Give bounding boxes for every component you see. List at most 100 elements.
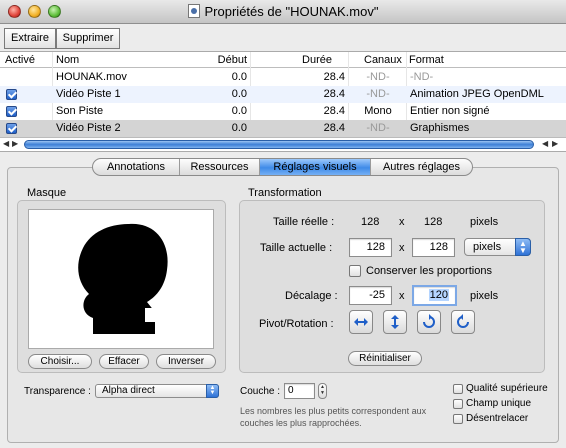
- extract-button[interactable]: Extraire: [4, 28, 56, 49]
- scroll-right-arrow-icon[interactable]: ▶: [552, 139, 558, 148]
- layer-field[interactable]: 0: [284, 383, 315, 399]
- choose-mask-button[interactable]: Choisir...: [28, 354, 92, 369]
- scrollbar-thumb[interactable]: [24, 140, 534, 149]
- rotate-counterclockwise-button[interactable]: [451, 310, 475, 334]
- high-quality-label: Qualité supérieure: [466, 383, 548, 394]
- delete-button[interactable]: Supprimer: [56, 28, 120, 49]
- horizontal-scrollbar[interactable]: ◀ ▶ ◀ ▶: [0, 137, 566, 152]
- track-channels: Mono: [364, 105, 392, 117]
- invert-mask-button[interactable]: Inverser: [156, 354, 216, 369]
- offset-unit: pixels: [470, 290, 499, 302]
- tab-resources[interactable]: Ressources: [180, 159, 260, 175]
- offset-x-field[interactable]: -25: [349, 286, 392, 305]
- track-format: Animation JPEG OpenDML: [410, 88, 544, 100]
- size-unit-value: pixels: [473, 241, 502, 253]
- title-bar: Propriétés de "HOUNAK.mov": [0, 0, 566, 24]
- high-quality-checkbox[interactable]: [453, 384, 463, 394]
- track-enabled-checkbox[interactable]: [6, 106, 17, 117]
- rotate-clockwise-button[interactable]: [417, 310, 441, 334]
- column-header-channels[interactable]: Canaux: [364, 54, 402, 66]
- offset-y-value: 120: [428, 289, 449, 301]
- current-height-value: 128: [429, 241, 448, 253]
- table-row[interactable]: Vidéo Piste 1 0.0 28.4 -ND- Animation JP…: [0, 86, 566, 103]
- table-row[interactable]: Vidéo Piste 2 0.0 28.4 -ND- Graphismes: [0, 120, 566, 137]
- table-header: Activé Nom Début Durée Canaux Format: [0, 52, 566, 68]
- pivot-rotation-label: Pivot/Rotation :: [259, 318, 334, 330]
- track-channels: -ND-: [366, 122, 390, 134]
- column-header-active[interactable]: Activé: [5, 54, 35, 66]
- mask-preview: [28, 209, 214, 349]
- track-duration: 28.4: [323, 71, 345, 83]
- track-format: Entier non signé: [410, 105, 490, 117]
- flip-vertical-icon: [391, 315, 399, 329]
- track-enabled-checkbox[interactable]: [6, 89, 17, 100]
- track-start: 0.0: [231, 88, 247, 100]
- tracks-table: Activé Nom Début Durée Canaux Format HOU…: [0, 51, 566, 138]
- popup-arrows-icon: ▲ ▼: [515, 238, 531, 256]
- window-title: Propriétés de "HOUNAK.mov": [204, 4, 379, 19]
- track-start: 0.0: [231, 105, 247, 117]
- flip-vertical-button[interactable]: [383, 310, 407, 334]
- track-format: Graphismes: [410, 122, 470, 134]
- track-enabled-checkbox[interactable]: [6, 123, 17, 134]
- track-name: Vidéo Piste 2: [56, 122, 121, 134]
- flip-horizontal-button[interactable]: [349, 310, 373, 334]
- layer-label: Couche :: [240, 386, 281, 397]
- tab-other-settings[interactable]: Autres réglages: [371, 159, 472, 175]
- track-channels: -ND-: [366, 88, 390, 100]
- layer-hint-line1: Les nombres les plus petits corresponden…: [240, 406, 427, 416]
- current-size-label: Taille actuelle :: [260, 242, 333, 254]
- real-width-value: 128: [361, 216, 380, 228]
- track-start: 0.0: [231, 71, 247, 83]
- track-duration: 28.4: [323, 88, 345, 100]
- single-field-label: Champ unique: [466, 398, 532, 409]
- layer-hint-line2: couches les plus rapprochées.: [240, 418, 362, 428]
- scroll-left-arrow-icon[interactable]: ◀: [542, 139, 548, 148]
- mask-silhouette-image: [59, 214, 183, 344]
- layer-stepper[interactable]: ▲ ▼: [318, 383, 327, 399]
- scroll-left-arrow-icon[interactable]: ◀: [3, 139, 9, 148]
- keep-proportions-checkbox[interactable]: [349, 265, 361, 277]
- transparency-label: Transparence :: [24, 386, 91, 397]
- transparency-popup[interactable]: Alpha direct ▲ ▼: [95, 384, 219, 398]
- popup-arrows-icon: ▲ ▼: [206, 384, 219, 398]
- current-width-field[interactable]: 128: [349, 238, 392, 257]
- track-start: 0.0: [231, 122, 247, 134]
- real-size-unit: pixels: [470, 216, 499, 228]
- current-width-value: 128: [366, 241, 385, 253]
- layer-value: 0: [288, 385, 294, 396]
- rotate-clockwise-icon: [423, 314, 435, 328]
- size-unit-popup[interactable]: pixels ▲ ▼: [464, 238, 531, 256]
- real-size-label: Taille réelle :: [273, 216, 335, 228]
- times-sign: x: [399, 242, 405, 254]
- times-sign: x: [399, 216, 405, 228]
- settings-tabs: Annotations Ressources Réglages visuels …: [92, 158, 473, 176]
- tab-visual-settings[interactable]: Réglages visuels: [260, 159, 371, 175]
- tab-annotations[interactable]: Annotations: [93, 159, 180, 175]
- track-name: Son Piste: [56, 105, 104, 117]
- mask-title: Masque: [27, 187, 67, 199]
- flip-horizontal-icon: [354, 318, 368, 326]
- track-channels: -ND-: [366, 71, 390, 83]
- real-height-value: 128: [424, 216, 443, 228]
- column-header-start[interactable]: Début: [185, 54, 247, 66]
- track-name: HOUNAK.mov: [56, 71, 127, 83]
- current-height-field[interactable]: 128: [412, 238, 455, 257]
- column-header-duration[interactable]: Durée: [270, 54, 332, 66]
- table-row[interactable]: Son Piste 0.0 28.4 Mono Entier non signé: [0, 103, 566, 120]
- keep-proportions-label: Conserver les proportions: [366, 265, 492, 277]
- offset-label: Décalage :: [285, 290, 338, 302]
- offset-y-field[interactable]: 120: [412, 285, 457, 306]
- track-duration: 28.4: [323, 122, 345, 134]
- track-duration: 28.4: [323, 105, 345, 117]
- transparency-value: Alpha direct: [102, 385, 155, 396]
- table-row[interactable]: HOUNAK.mov 0.0 28.4 -ND- -ND-: [0, 69, 566, 86]
- scroll-right-arrow-icon[interactable]: ▶: [12, 139, 18, 148]
- column-header-name[interactable]: Nom: [56, 54, 79, 66]
- clear-mask-button[interactable]: Effacer: [99, 354, 149, 369]
- deinterlace-checkbox[interactable]: [453, 414, 463, 424]
- single-field-checkbox[interactable]: [453, 399, 463, 409]
- reset-transform-button[interactable]: Réinitialiser: [348, 351, 422, 366]
- track-name: Vidéo Piste 1: [56, 88, 121, 100]
- column-header-format[interactable]: Format: [409, 54, 444, 66]
